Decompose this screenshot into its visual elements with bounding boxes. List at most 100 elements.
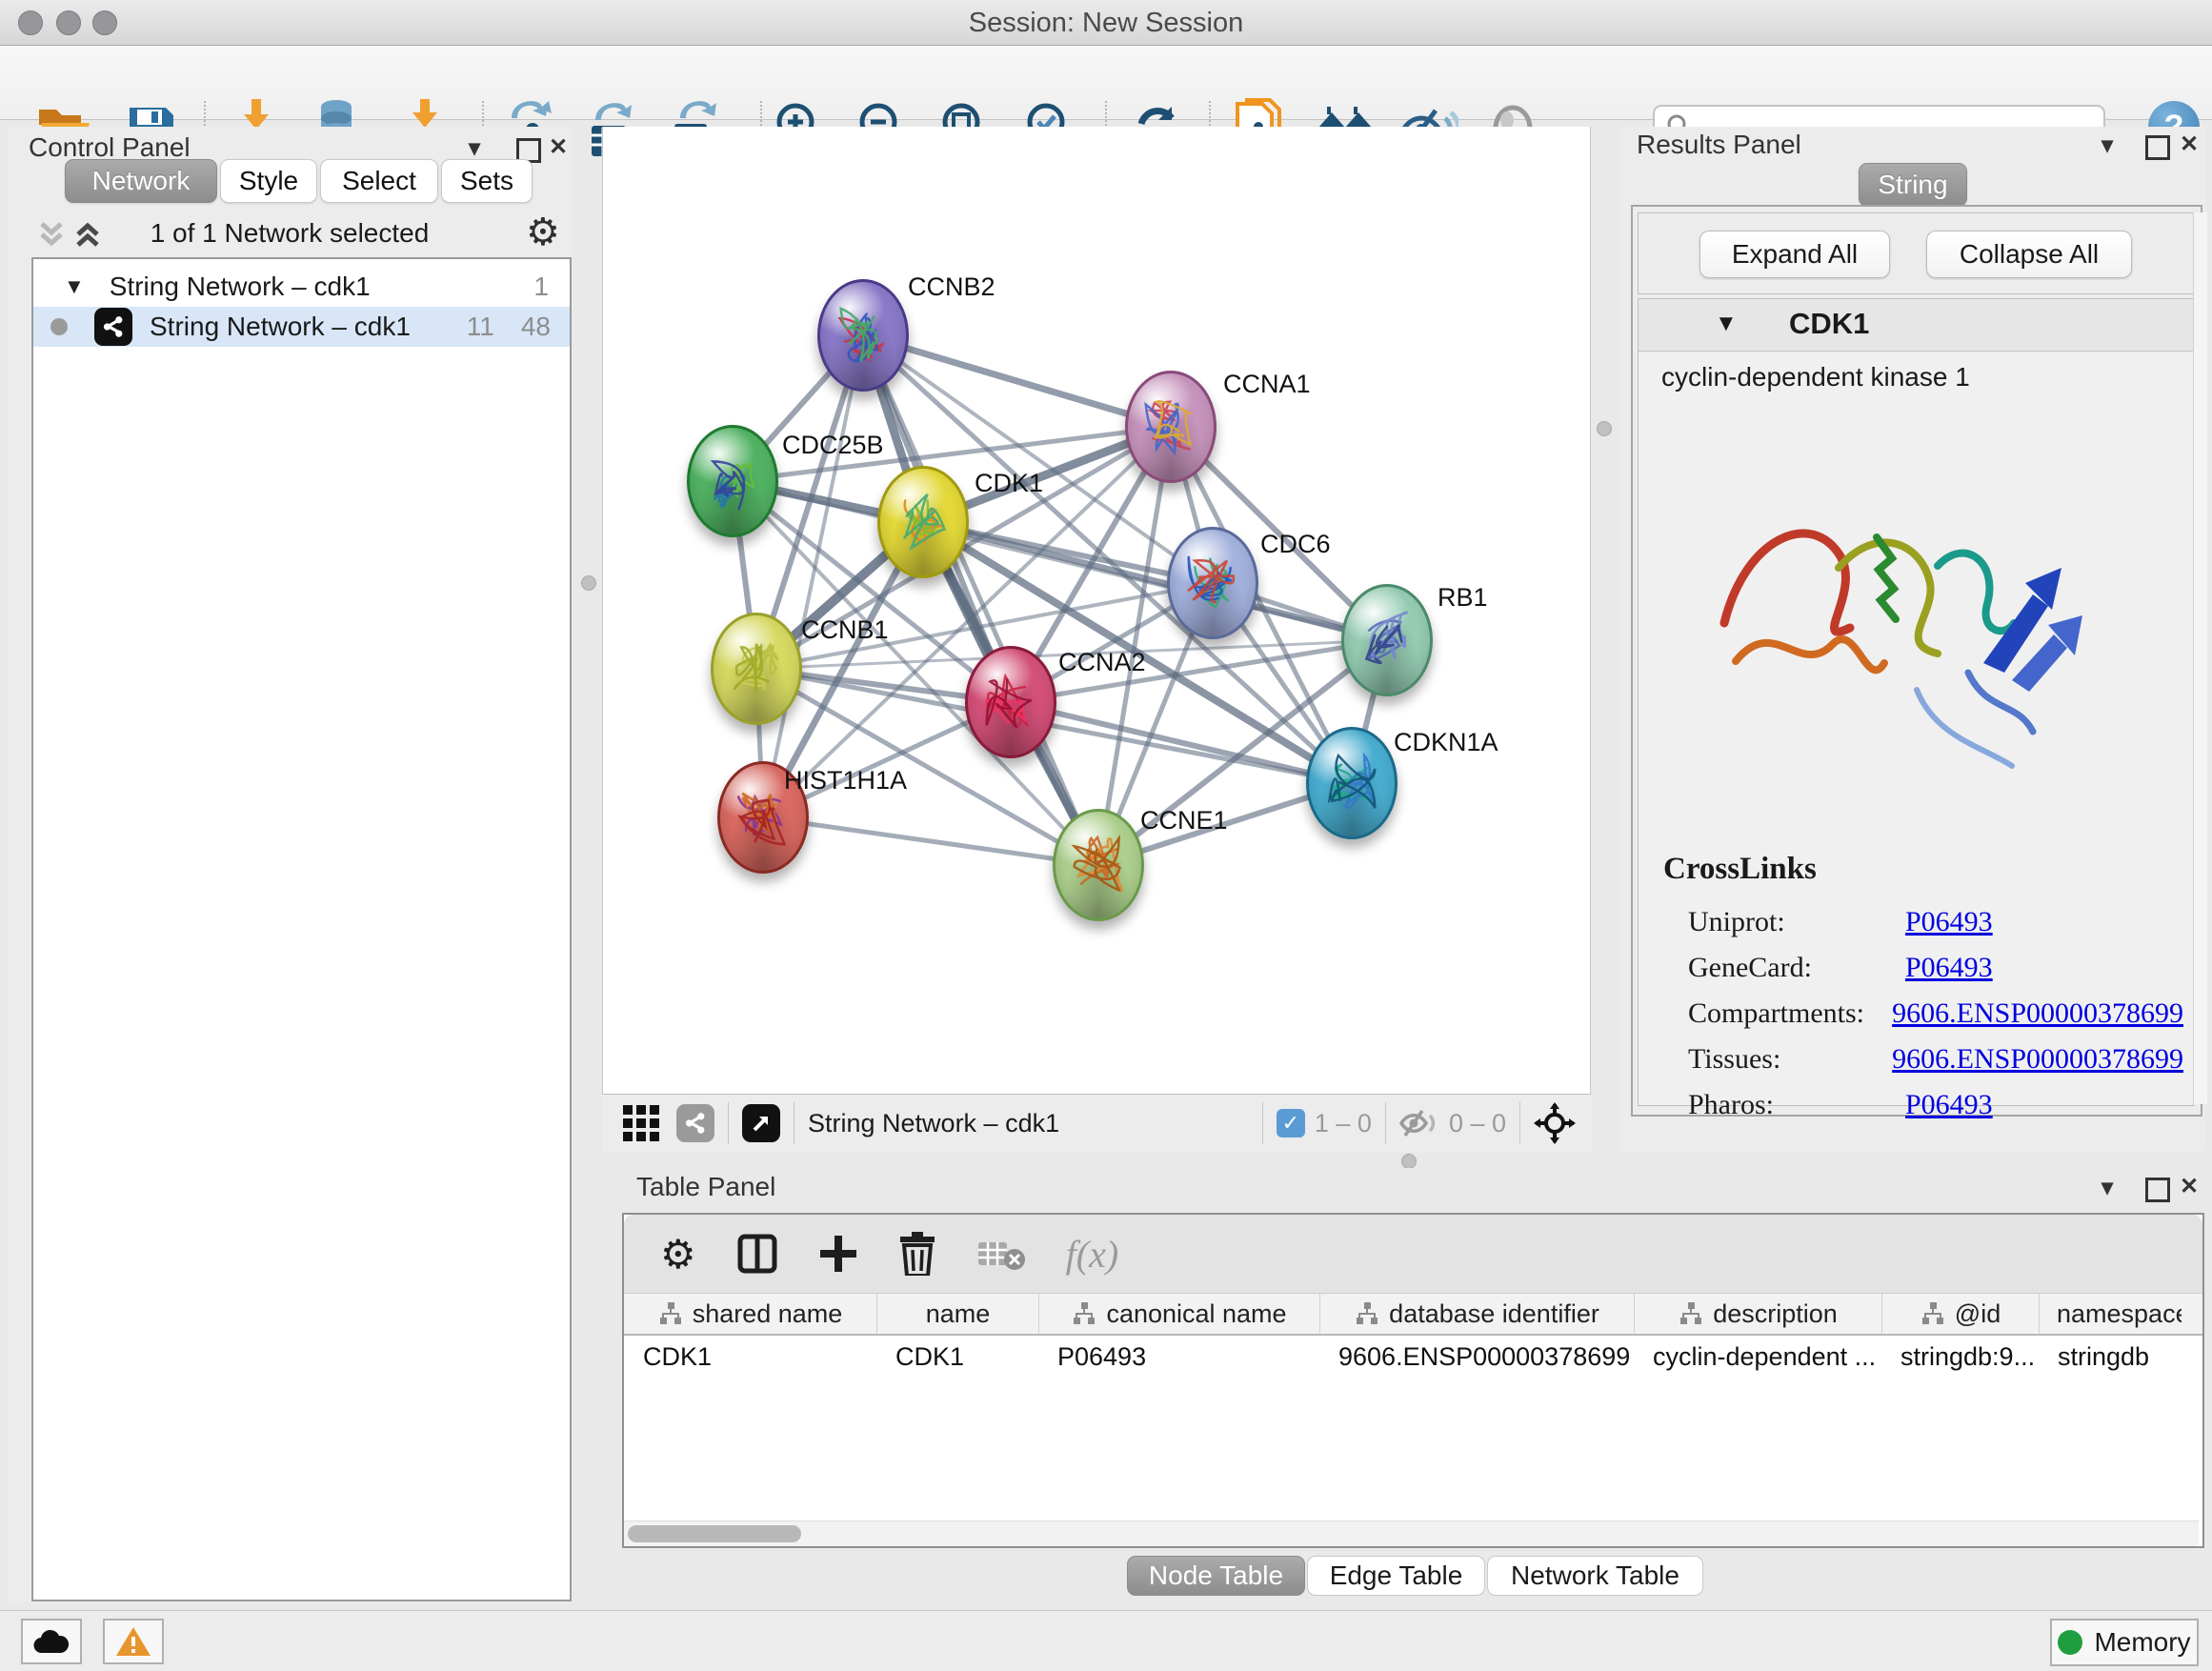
network-tree-root-row[interactable]: ▼ String Network – cdk1 1 <box>33 267 570 307</box>
network-collection-label: String Network – cdk1 <box>110 272 371 302</box>
tab-edge-table[interactable]: Edge Table <box>1307 1556 1485 1596</box>
window-title: Session: New Session <box>0 8 2212 39</box>
node-label: RB1 <box>1438 583 1488 613</box>
hidden-node-edge-counts: 0 – 0 <box>1449 1109 1506 1138</box>
table-toolbar: ⚙ f(x) <box>624 1215 2202 1294</box>
tab-network-table[interactable]: Network Table <box>1487 1556 1703 1596</box>
tree-collapse-icon[interactable]: ▼ <box>64 274 85 299</box>
warnings-button[interactable] <box>103 1619 164 1664</box>
table-panel-close-icon[interactable]: ✕ <box>2180 1173 2199 1200</box>
crosslink-link[interactable]: P06493 <box>1905 1089 1993 1121</box>
network-node[interactable] <box>1341 584 1433 696</box>
cell-namespace[interactable]: stringdb <box>2039 1336 2182 1378</box>
results-panel-title: Results Panel <box>1637 130 1801 160</box>
results-panel-close-icon[interactable]: ✕ <box>2180 131 2199 158</box>
tab-string[interactable]: String <box>1859 163 1967 207</box>
function-builder-icon: f(x) <box>1066 1232 1119 1277</box>
left-splitter-handle[interactable] <box>581 575 596 591</box>
cell-shared-name[interactable]: CDK1 <box>624 1336 876 1378</box>
tab-network[interactable]: Network <box>65 159 217 203</box>
column-header[interactable]: database identifier <box>1319 1294 1634 1334</box>
memory-label: Memory <box>2094 1627 2190 1658</box>
network-selection-status: 1 of 1 Network selected <box>8 218 572 249</box>
collapse-all-button[interactable]: Collapse All <box>1926 231 2132 278</box>
protein-thumbnail <box>880 469 966 575</box>
table-panel-menu-icon[interactable]: ▾ <box>2101 1174 2113 1201</box>
collection-count: 1 <box>533 272 549 302</box>
table-hscrollbar-thumb[interactable] <box>628 1525 801 1542</box>
table-settings-gear-icon[interactable]: ⚙ <box>660 1231 696 1278</box>
protein-structure-image <box>1698 423 2098 804</box>
warning-icon <box>114 1625 152 1658</box>
cloud-button[interactable] <box>21 1619 82 1664</box>
cell-name[interactable]: CDK1 <box>876 1336 1038 1378</box>
cell-id[interactable]: stringdb:9... <box>1881 1336 2039 1378</box>
table-panel-float-icon[interactable] <box>2145 1178 2170 1207</box>
cell-database-identifier[interactable]: 9606.ENSP00000378699 <box>1319 1336 1634 1378</box>
expand-all-button[interactable]: Expand All <box>1699 231 1890 278</box>
add-column-icon[interactable] <box>818 1234 858 1274</box>
grid-view-icon[interactable] <box>623 1105 659 1141</box>
crosslink-link[interactable]: 9606.ENSP00000378699 <box>1892 1043 2183 1076</box>
network-node[interactable] <box>711 613 802 725</box>
network-node[interactable] <box>1306 727 1398 839</box>
delete-column-icon[interactable] <box>898 1232 936 1276</box>
network-canvas[interactable]: CCNB2CCNA1CDC25BCDK1CDC6RB1CCNB1CCNA2CDK… <box>602 127 1591 1094</box>
node-label: CDKN1A <box>1394 728 1498 757</box>
column-header[interactable]: description <box>1634 1294 1881 1334</box>
birdseye-view-icon[interactable] <box>742 1104 780 1142</box>
network-node[interactable] <box>965 646 1056 758</box>
network-node[interactable] <box>877 466 969 578</box>
network-nodes-layer: CCNB2CCNA1CDC25BCDK1CDC6RB1CCNB1CCNA2CDK… <box>603 127 1590 1094</box>
column-header[interactable]: namespace <box>2039 1294 2182 1334</box>
selected-checkbox-icon[interactable]: ✓ <box>1277 1109 1305 1137</box>
crosslink-link[interactable]: P06493 <box>1905 952 1993 984</box>
cell-canonical-name[interactable]: P06493 <box>1038 1336 1319 1378</box>
network-node[interactable] <box>687 425 778 537</box>
crosslink-row: Tissues: 9606.ENSP00000378699 <box>1688 1037 2183 1082</box>
tab-node-table[interactable]: Node Table <box>1127 1556 1305 1596</box>
results-panel-float-icon[interactable] <box>2145 135 2170 165</box>
tab-style[interactable]: Style <box>220 159 317 203</box>
show-columns-icon[interactable] <box>736 1233 778 1275</box>
table-row[interactable]: CDK1 CDK1 P06493 9606.ENSP00000378699 cy… <box>624 1336 2202 1378</box>
crosslink-link[interactable]: 9606.ENSP00000378699 <box>1892 997 2183 1030</box>
control-panel-close-icon[interactable]: ✕ <box>549 133 568 161</box>
network-node[interactable] <box>1053 809 1144 921</box>
column-header[interactable]: @id <box>1881 1294 2039 1334</box>
fit-selected-crosshair-icon[interactable] <box>1534 1102 1576 1144</box>
table-hscrollbar[interactable] <box>624 1520 2199 1546</box>
results-panel-menu-icon[interactable]: ▾ <box>2101 131 2113 159</box>
application-window: Session: New Session <box>0 0 2212 1671</box>
network-node[interactable] <box>1125 371 1217 483</box>
right-splitter-handle[interactable] <box>1597 421 1612 436</box>
table-panel-title: Table Panel <box>636 1172 775 1202</box>
crosslink-row: GeneCard: P06493 <box>1688 945 2183 991</box>
memory-button[interactable]: Memory <box>2050 1619 2199 1666</box>
column-header[interactable]: shared name <box>624 1294 876 1334</box>
tab-select[interactable]: Select <box>320 159 438 203</box>
column-header[interactable]: canonical name <box>1038 1294 1319 1334</box>
control-panel: Control Panel ▾ ✕ Network Style Select S… <box>8 127 572 1602</box>
results-scrollbar[interactable] <box>2193 212 2207 1104</box>
section-collapse-icon[interactable]: ▼ <box>1715 311 1738 337</box>
tab-sets[interactable]: Sets <box>441 159 533 203</box>
network-node[interactable] <box>1167 527 1258 639</box>
delete-table-icon <box>976 1235 1026 1273</box>
crosslink-link[interactable]: P06493 <box>1905 906 1993 938</box>
network-tree-item-row[interactable]: String Network – cdk1 11 48 <box>33 307 570 347</box>
gene-section-header[interactable]: ▼ CDK1 <box>1639 299 2193 352</box>
network-node[interactable] <box>817 279 909 392</box>
cell-description[interactable]: cyclin-dependent ... <box>1634 1336 1881 1378</box>
network-list: ▼ String Network – cdk1 1 String Network… <box>31 257 572 1601</box>
network-view-icon[interactable] <box>676 1104 714 1142</box>
network-options-gear-icon[interactable]: ⚙ <box>526 211 560 254</box>
column-header[interactable]: name <box>876 1294 1038 1334</box>
bottom-splitter-handle[interactable] <box>1401 1154 1417 1169</box>
table-header-row: shared name name canonical name database… <box>624 1294 2202 1336</box>
title-bar: Session: New Session <box>0 0 2212 46</box>
control-panel-menu-icon[interactable]: ▾ <box>469 134 480 162</box>
gene-section: ▼ CDK1 cyclin-dependent kinase 1 <box>1638 298 2194 1106</box>
table-panel: Table Panel ▾ ✕ ⚙ f(x) shared name name … <box>605 1168 2212 1606</box>
crosslink-label: Tissues: <box>1688 1043 1892 1076</box>
